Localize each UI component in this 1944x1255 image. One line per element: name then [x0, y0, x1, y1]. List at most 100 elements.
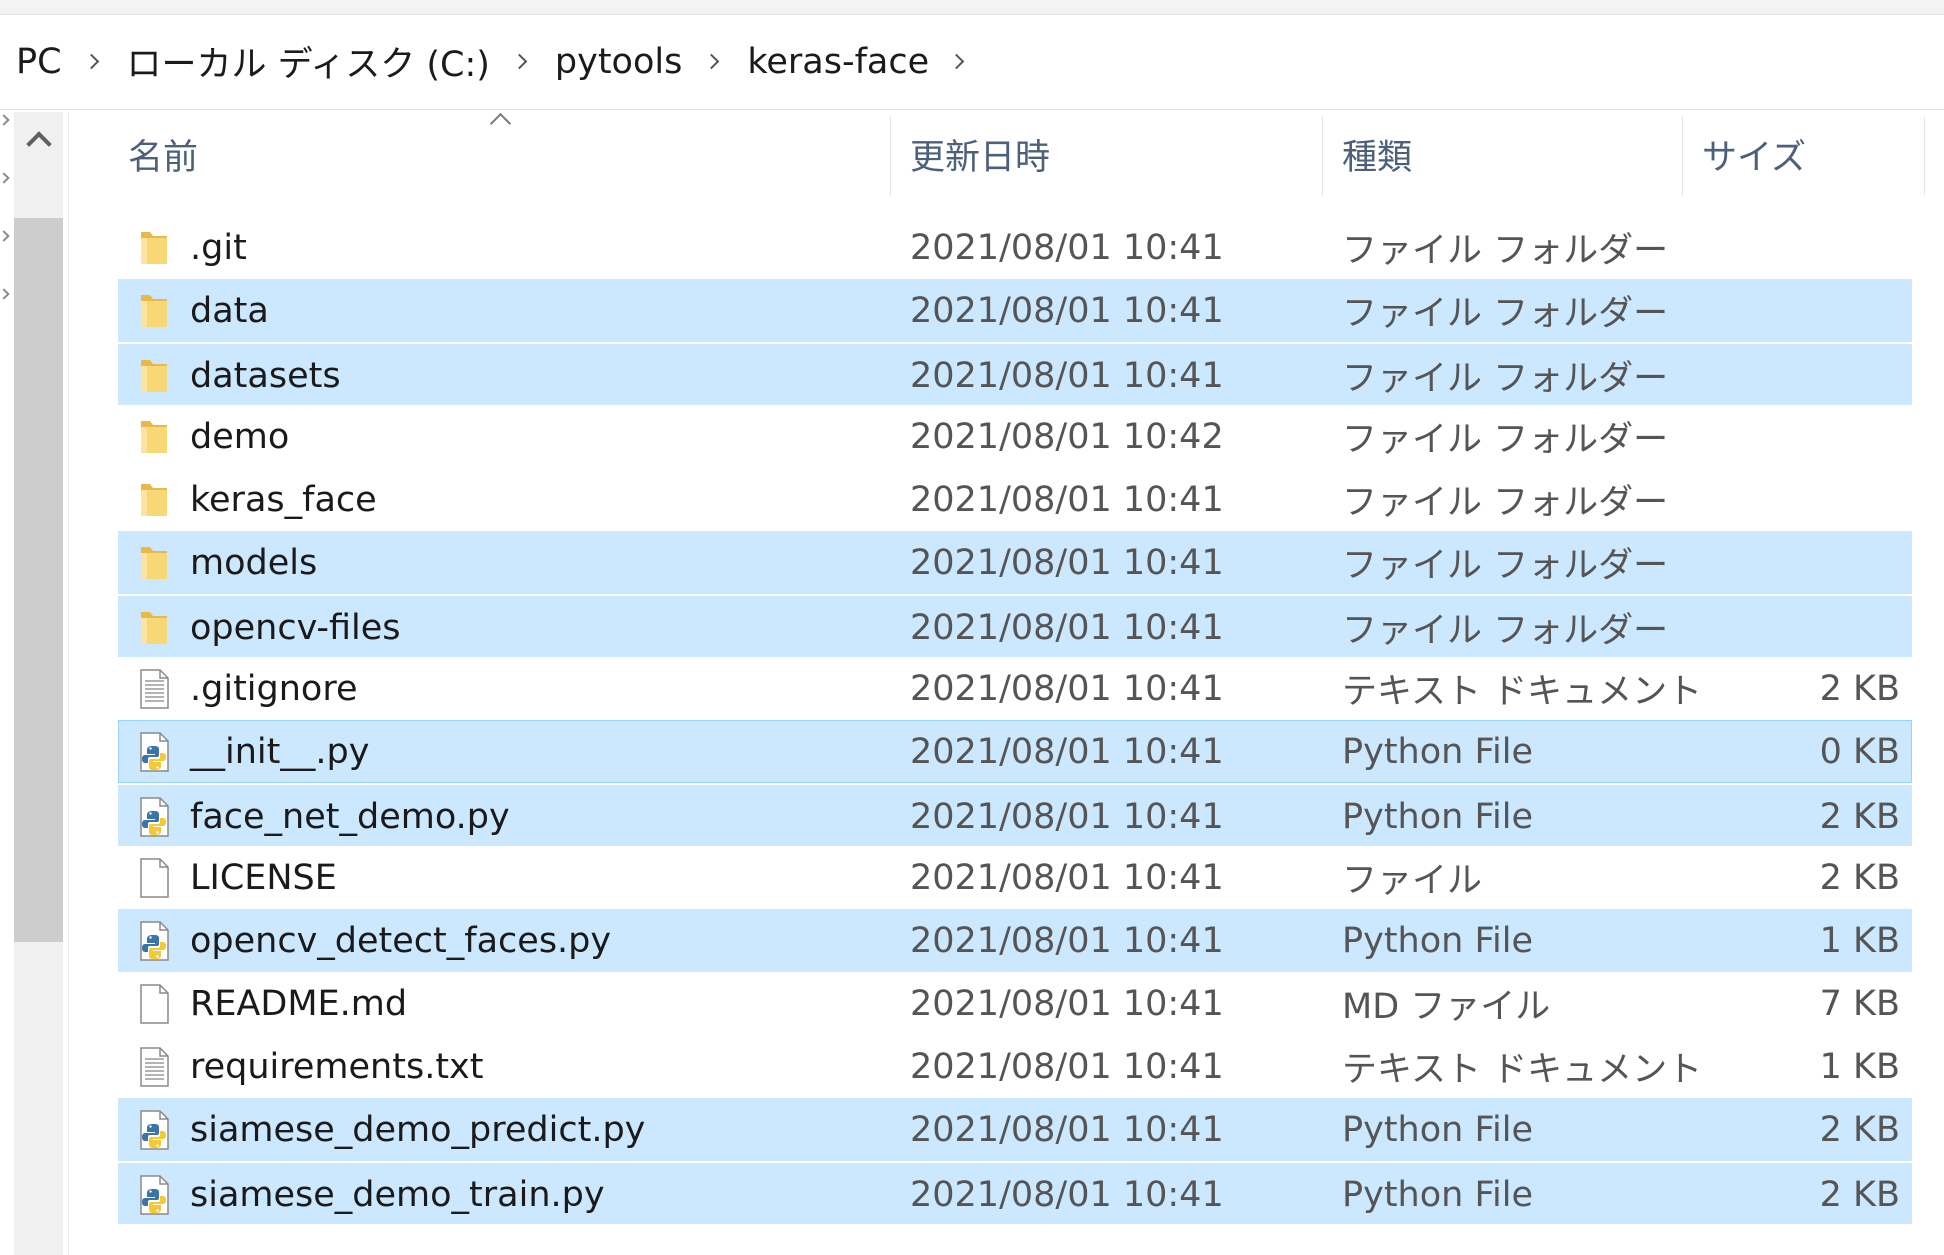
file-size	[1568, 216, 1900, 279]
column-header-date[interactable]: 更新日時	[910, 112, 1330, 196]
scroll-up-button[interactable]	[14, 112, 63, 168]
file-modified-date: 2021/08/01 10:41	[910, 607, 1224, 648]
python-file-icon	[134, 1098, 174, 1161]
file-size	[1568, 468, 1900, 531]
file-name: .git	[190, 227, 247, 268]
column-header-type[interactable]: 種類	[1342, 112, 1672, 196]
file-size: 0 KB	[1819, 731, 1900, 772]
file-name: keras_face	[190, 479, 377, 520]
file-size	[1568, 344, 1900, 407]
file-size: 2 KB	[1819, 796, 1900, 837]
file-row[interactable]: __init__.py 2021/08/01 10:41 Python File 0 …	[118, 720, 1912, 783]
file-name: datasets	[190, 355, 341, 396]
file-type: MD ファイル	[1342, 987, 1551, 1027]
column-header-name[interactable]: 名前	[128, 112, 888, 196]
nav-expand-icon[interactable]	[0, 172, 10, 184]
file-row[interactable]: datasets 2021/08/01 10:41 ファイル フォルダー	[118, 342, 1912, 405]
breadcrumb-item[interactable]: pytools	[555, 42, 682, 82]
file-row[interactable]: .git 2021/08/01 10:41 ファイル フォルダー	[118, 216, 1912, 279]
column-divider[interactable]	[890, 116, 891, 196]
file-modified-date: 2021/08/01 10:42	[910, 416, 1224, 457]
file-name: models	[190, 542, 318, 583]
file-row[interactable]: data 2021/08/01 10:41 ファイル フォルダー	[118, 279, 1912, 342]
file-row[interactable]: siamese_demo_train.py 2021/08/01 10:41 Pyt…	[118, 1161, 1912, 1224]
file-size: 2 KB	[1819, 857, 1900, 898]
python-file-icon	[134, 909, 174, 972]
file-modified-date: 2021/08/01 10:41	[910, 920, 1224, 961]
file-modified-date: 2021/08/01 10:41	[910, 731, 1224, 772]
file-modified-date: 2021/08/01 10:41	[910, 668, 1224, 709]
file-size: 2 KB	[1819, 668, 1900, 709]
column-header-name-label: 名前	[128, 137, 199, 178]
file-modified-date: 2021/08/01 10:41	[910, 796, 1224, 837]
file-name: requirements.txt	[190, 1046, 484, 1087]
file-name: LICENSE	[190, 857, 337, 898]
file-modified-date: 2021/08/01 10:41	[910, 355, 1224, 396]
column-header-size-label: サイズ	[1702, 137, 1806, 178]
file-size: 1 KB	[1819, 1046, 1900, 1087]
file-size	[1568, 531, 1900, 594]
address-breadcrumb[interactable]: PC ローカル ディスク (C:) pytools keras-face	[0, 14, 1944, 110]
file-row[interactable]: keras_face 2021/08/01 10:41 ファイル フォルダー	[118, 468, 1912, 531]
file-row[interactable]: face_net_demo.py 2021/08/01 10:41 Python F…	[118, 783, 1912, 846]
file-name: README.md	[190, 983, 408, 1024]
file-modified-date: 2021/08/01 10:41	[910, 479, 1224, 520]
column-divider[interactable]	[1924, 116, 1925, 196]
text-document-icon	[134, 1035, 174, 1098]
file-row[interactable]: models 2021/08/01 10:41 ファイル フォルダー	[118, 531, 1912, 594]
file-type: ファイル	[1342, 861, 1483, 901]
column-header-size[interactable]: サイズ	[1702, 112, 1902, 196]
file-modified-date: 2021/08/01 10:41	[910, 290, 1224, 331]
file-row[interactable]: LICENSE 2021/08/01 10:41 ファイル 2 KB	[118, 846, 1912, 909]
file-name: data	[190, 290, 269, 331]
column-header-type-label: 種類	[1342, 137, 1413, 178]
nav-expand-icon[interactable]	[0, 230, 10, 242]
file-modified-date: 2021/08/01 10:41	[910, 857, 1224, 898]
file-name: opencv_detect_faces.py	[190, 920, 612, 961]
file-row[interactable]: opencv_detect_faces.py 2021/08/01 10:41 Py…	[118, 909, 1912, 972]
nav-expand-icon[interactable]	[0, 288, 10, 300]
breadcrumb-item[interactable]: keras-face	[747, 42, 929, 82]
file-row[interactable]: siamese_demo_predict.py 2021/08/01 10:41 P…	[118, 1098, 1912, 1161]
file-name: siamese_demo_predict.py	[190, 1109, 646, 1150]
nav-scrollbar-thumb[interactable]	[14, 218, 63, 942]
file-row[interactable]: requirements.txt 2021/08/01 10:41 テキスト ドキュ…	[118, 1035, 1912, 1098]
file-list: .git 2021/08/01 10:41 ファイル フォルダー data 2021/0…	[118, 216, 1912, 1224]
ribbon-edge	[0, 0, 1944, 15]
folder-icon	[134, 344, 174, 407]
breadcrumb-item[interactable]: PC	[16, 42, 62, 82]
chevron-right-icon[interactable]	[948, 53, 965, 70]
file-size	[1568, 279, 1900, 342]
chevron-right-icon[interactable]	[704, 53, 720, 70]
folder-icon	[134, 216, 174, 279]
breadcrumb-item[interactable]: ローカル ディスク (C:)	[127, 36, 490, 87]
file-row[interactable]: .gitignore 2021/08/01 10:41 テキスト ドキュメント 2 K…	[118, 657, 1912, 720]
file-type: Python File	[1342, 796, 1534, 837]
file-size: 1 KB	[1819, 920, 1900, 961]
file-row[interactable]: README.md 2021/08/01 10:41 MD ファイル 7 KB	[118, 972, 1912, 1035]
blank-file-icon	[134, 972, 174, 1035]
folder-icon	[134, 531, 174, 594]
file-type: Python File	[1342, 731, 1534, 772]
column-divider[interactable]	[1682, 116, 1683, 196]
column-divider[interactable]	[1322, 116, 1323, 196]
file-name: siamese_demo_train.py	[190, 1174, 605, 1215]
file-type: Python File	[1342, 920, 1534, 961]
column-header-date-label: 更新日時	[910, 137, 1051, 178]
file-name: .gitignore	[190, 668, 358, 709]
column-headers: 名前 更新日時 種類 サイズ	[118, 112, 1928, 202]
file-size	[1568, 405, 1900, 468]
folder-icon	[134, 279, 174, 342]
file-name: demo	[190, 416, 290, 457]
folder-icon	[134, 596, 174, 659]
chevron-right-icon[interactable]	[83, 53, 99, 70]
file-row[interactable]: demo 2021/08/01 10:42 ファイル フォルダー	[118, 405, 1912, 468]
chevron-right-icon[interactable]	[511, 53, 528, 70]
text-document-icon	[134, 657, 174, 720]
file-size	[1568, 596, 1900, 659]
file-row[interactable]: opencv-files 2021/08/01 10:41 ファイル フォルダー	[118, 594, 1912, 657]
file-size: 7 KB	[1819, 983, 1900, 1024]
nav-expand-icon[interactable]	[0, 114, 10, 126]
file-modified-date: 2021/08/01 10:41	[910, 1109, 1224, 1150]
file-name: face_net_demo.py	[190, 796, 510, 837]
